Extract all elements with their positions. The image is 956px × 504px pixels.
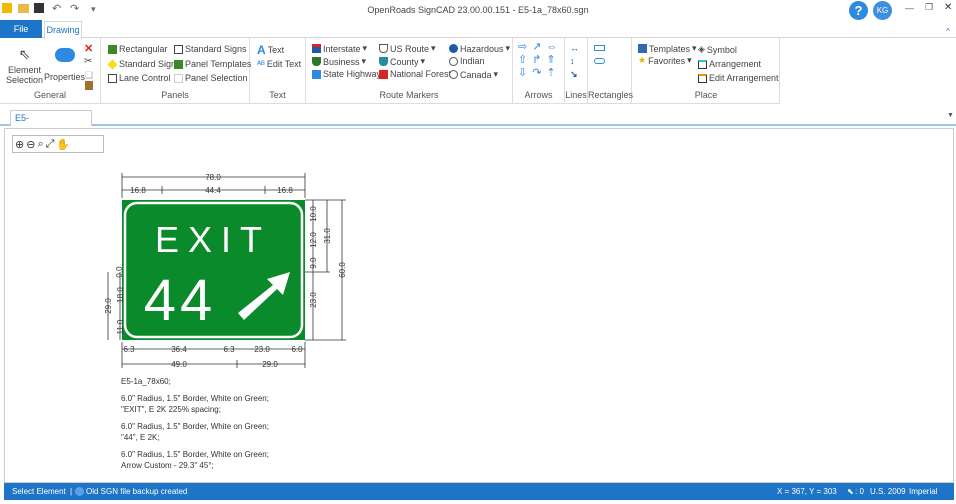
status-mode: Select Element — [12, 487, 66, 496]
status-count: : 0 — [855, 487, 864, 496]
dim-label: 0.0 — [115, 266, 124, 278]
note-line: 6.0" Radius, 1.5" Border, White on Green… — [121, 422, 269, 431]
dim-label: 29.0 — [262, 360, 278, 369]
sign-text-number[interactable]: 44 — [144, 268, 217, 333]
sign-notes: E5-1a_78x60; 6.0" Radius, 1.5" Border, W… — [121, 376, 269, 477]
sign-text-exit[interactable]: EXIT — [155, 219, 271, 260]
note-line: Arrow Custom - 29.3" 45°; — [121, 461, 214, 470]
dim-label: 6.3 — [123, 345, 135, 354]
dim-label: 11.0 — [116, 319, 125, 335]
dim-label: 23.0 — [309, 292, 318, 308]
note-line: E5-1a_78x60; — [121, 377, 171, 386]
note-line: 6.0" Radius, 1.5" Border, White on Green… — [121, 450, 269, 459]
dim-label: 29.0 — [104, 298, 113, 314]
dim-label: 49.0 — [171, 360, 187, 369]
dim-label: 31.0 — [323, 228, 332, 244]
status-bar: Select Element | Old SGN file backup cre… — [4, 483, 954, 500]
dim-label: 23.0 — [254, 345, 270, 354]
dim-label: 6.3 — [223, 345, 235, 354]
status-units[interactable]: Imperial — [909, 483, 937, 500]
dim-label: 36.4 — [171, 345, 187, 354]
dim-width: 78.0 — [205, 173, 221, 182]
note-line: 6.0" Radius, 1.5" Border, White on Green… — [121, 394, 269, 403]
status-coordinates: X = 367, Y = 303 — [777, 487, 837, 496]
dim-label: 16.8 — [277, 186, 293, 195]
status-message: Old SGN file backup created — [86, 487, 188, 496]
note-line: "EXIT", E 2K 225% spacing; — [121, 405, 221, 414]
info-icon — [75, 487, 84, 496]
dim-label: 6.0 — [291, 345, 303, 354]
note-line: "44", E 2K; — [121, 433, 160, 442]
dim-label: 44.4 — [205, 186, 221, 195]
dim-label: 9.0 — [309, 257, 318, 269]
status-standard[interactable]: U.S. 2009 — [870, 483, 906, 500]
dim-label: 12.0 — [309, 232, 318, 248]
dim-label: 16.8 — [130, 186, 146, 195]
dim-label: 18.0 — [116, 287, 125, 303]
dim-height: 60.0 — [338, 262, 347, 278]
cursor-icon: ⬉ — [847, 487, 854, 496]
dim-label: 10.0 — [309, 206, 318, 222]
